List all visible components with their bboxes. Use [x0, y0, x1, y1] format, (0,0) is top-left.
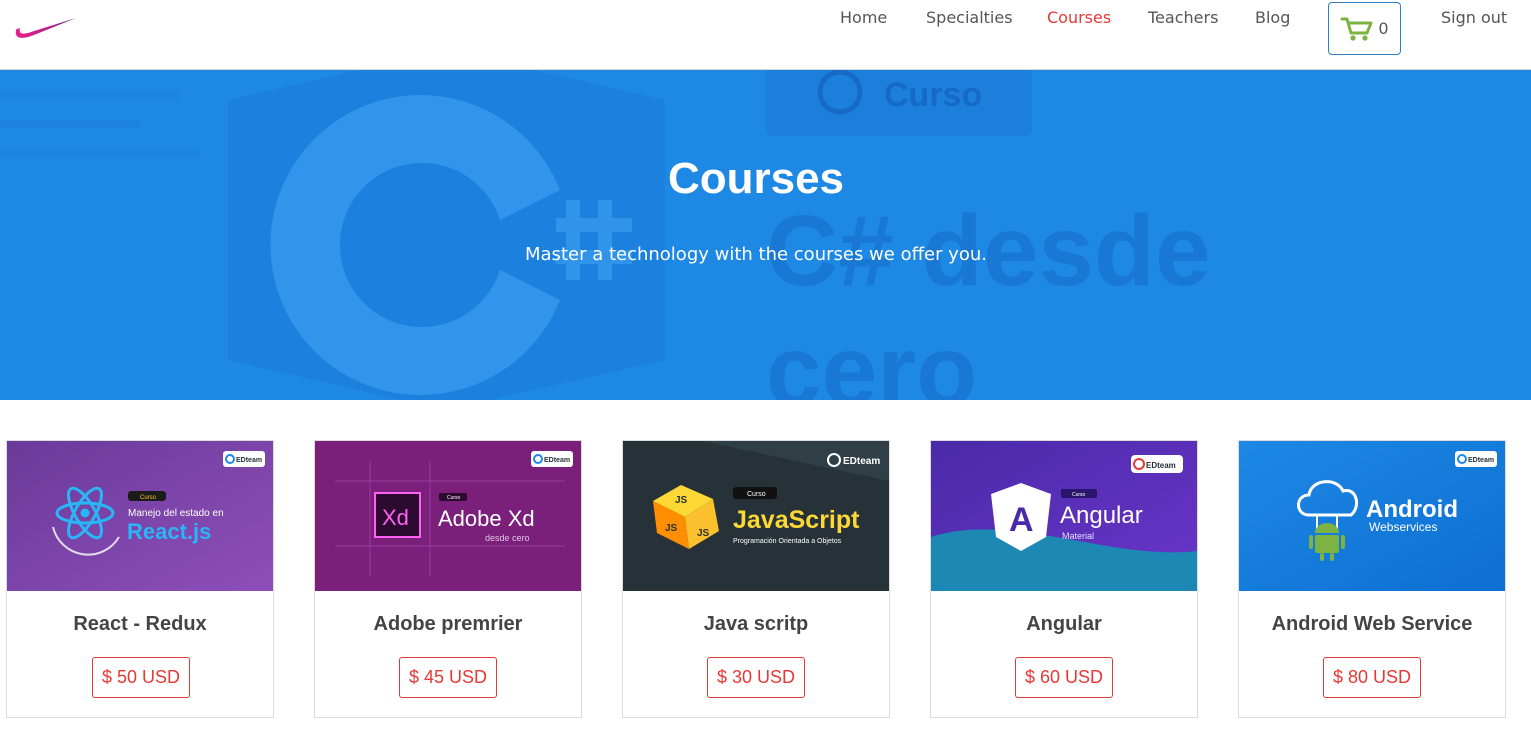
- nav-blog-link[interactable]: Blog: [1255, 8, 1290, 27]
- course-thumbnail[interactable]: Xd EDteam Curso Adobe Xd desde cero: [315, 441, 581, 591]
- svg-text:Adobe Xd: Adobe Xd: [438, 506, 535, 531]
- course-card-javascript[interactable]: EDteam JS JS JS Curso JavaScript Program…: [622, 440, 890, 718]
- svg-text:EDteam: EDteam: [1146, 461, 1176, 470]
- hero-background-art: Curso C# desde cero: [0, 70, 1211, 400]
- course-card-react[interactable]: EDteam Curso Manejo del estado en React.…: [6, 440, 274, 718]
- svg-text:Manejo del estado en: Manejo del estado en: [128, 508, 224, 519]
- svg-text:A: A: [1009, 501, 1034, 539]
- nav-specialties-link[interactable]: Specialties: [926, 8, 1013, 27]
- sign-out-link[interactable]: Sign out: [1441, 8, 1507, 27]
- svg-text:JS: JS: [675, 495, 688, 506]
- svg-text:Curso: Curso: [1072, 492, 1086, 498]
- shopping-cart-icon: [1340, 17, 1373, 41]
- svg-text:Programación Orientada a Objet: Programación Orientada a Objetos: [733, 538, 842, 545]
- svg-text:EDteam: EDteam: [544, 457, 570, 464]
- hero-banner: Curso C# desde cero Courses Master a tec…: [0, 70, 1531, 400]
- svg-text:Curso: Curso: [140, 495, 157, 501]
- nav-home-link[interactable]: Home: [840, 8, 887, 27]
- cart-count: 0: [1378, 19, 1389, 38]
- course-thumbnail[interactable]: EDteam JS JS JS Curso JavaScript Program…: [623, 441, 889, 591]
- page-title: Courses: [667, 154, 845, 203]
- course-card-android[interactable]: EDteam Android Webservices Android Web S…: [1238, 440, 1506, 718]
- course-title[interactable]: React - Redux: [7, 613, 273, 636]
- course-thumbnail[interactable]: EDteam A Curso Angular Material: [931, 441, 1197, 591]
- top-navbar: Home Specialties Courses Teachers Blog 0…: [0, 0, 1531, 70]
- price-button[interactable]: $ 80 USD: [1323, 657, 1421, 698]
- nav-teachers-link[interactable]: Teachers: [1148, 8, 1218, 27]
- course-title[interactable]: Adobe premrier: [315, 613, 581, 636]
- page-subtitle: Master a technology with the courses we …: [525, 244, 987, 265]
- course-card-angular[interactable]: EDteam A Curso Angular Material Angular …: [930, 440, 1198, 718]
- course-thumbnail[interactable]: EDteam Android Webservices: [1239, 441, 1505, 591]
- course-title[interactable]: Angular: [931, 613, 1197, 636]
- cart-button[interactable]: 0: [1328, 2, 1401, 55]
- svg-text:desde cero: desde cero: [485, 533, 530, 543]
- nav-courses-link[interactable]: Courses: [1047, 8, 1111, 27]
- svg-text:React.js: React.js: [127, 519, 211, 544]
- course-thumbnail[interactable]: EDteam Curso Manejo del estado en React.…: [7, 441, 273, 591]
- svg-text:EDteam: EDteam: [843, 456, 880, 467]
- adobe-xd-logo-icon: Xd: [382, 505, 409, 530]
- swoosh-logo-icon[interactable]: [14, 14, 78, 42]
- price-button[interactable]: $ 30 USD: [707, 657, 805, 698]
- svg-text:EDteam: EDteam: [236, 457, 262, 464]
- svg-text:Curso: Curso: [747, 491, 766, 498]
- svg-text:Webservices: Webservices: [1369, 520, 1437, 534]
- svg-text:EDteam: EDteam: [1468, 457, 1494, 464]
- svg-text:Material: Material: [1062, 531, 1094, 541]
- svg-text:Curso: Curso: [447, 495, 461, 501]
- svg-text:Angular: Angular: [1060, 502, 1143, 529]
- hero-bg-badge-text: Curso: [884, 76, 982, 114]
- price-button[interactable]: $ 50 USD: [92, 657, 190, 698]
- hero-bg-big-text-2: cero: [766, 315, 977, 400]
- course-card-adobe[interactable]: Xd EDteam Curso Adobe Xd desde cero Adob…: [314, 440, 582, 718]
- price-button[interactable]: $ 45 USD: [399, 657, 497, 698]
- svg-text:Android: Android: [1366, 496, 1458, 523]
- course-title[interactable]: Android Web Service: [1239, 613, 1505, 636]
- course-title[interactable]: Java scritp: [623, 613, 889, 636]
- price-button[interactable]: $ 60 USD: [1015, 657, 1113, 698]
- svg-text:JS: JS: [665, 523, 678, 534]
- svg-text:JavaScript: JavaScript: [733, 506, 860, 534]
- svg-text:JS: JS: [697, 528, 710, 539]
